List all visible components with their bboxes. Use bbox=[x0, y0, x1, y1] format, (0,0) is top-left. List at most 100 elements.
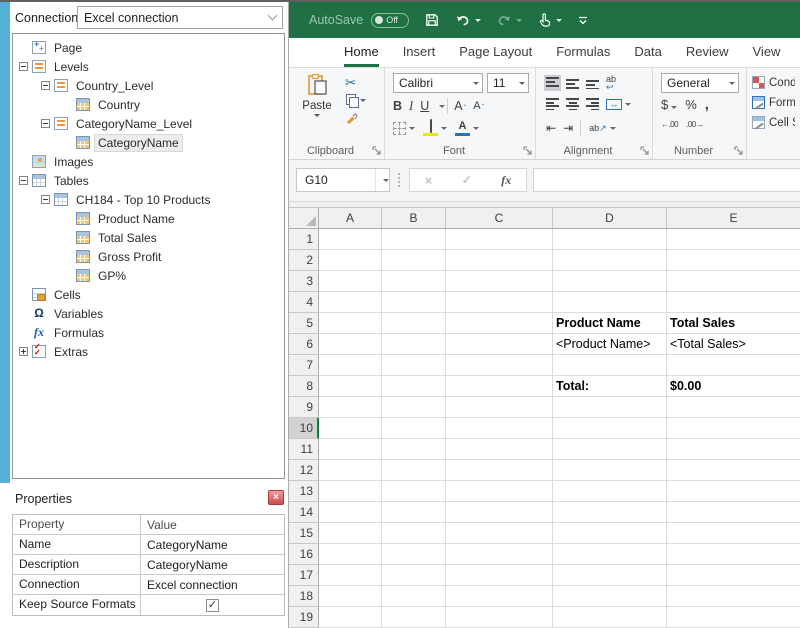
cell-C1[interactable] bbox=[446, 229, 553, 250]
cell-D4[interactable] bbox=[553, 292, 667, 313]
collapse-icon[interactable] bbox=[41, 81, 50, 90]
cell-A10[interactable] bbox=[319, 418, 382, 439]
row-header-14[interactable]: 14 bbox=[289, 502, 319, 523]
row-header-17[interactable]: 17 bbox=[289, 565, 319, 586]
property-value[interactable]: CategoryName bbox=[141, 555, 284, 574]
cell-E17[interactable] bbox=[667, 565, 800, 586]
cell-B6[interactable] bbox=[382, 334, 446, 355]
cell-C5[interactable] bbox=[446, 313, 553, 334]
tree-item-categoryname[interactable]: CategoryName bbox=[13, 133, 284, 152]
cell-B10[interactable] bbox=[382, 418, 446, 439]
column-header-B[interactable]: B bbox=[382, 208, 446, 229]
cell-E15[interactable] bbox=[667, 523, 800, 544]
cell-E3[interactable] bbox=[667, 271, 800, 292]
cell-B15[interactable] bbox=[382, 523, 446, 544]
cell-E19[interactable] bbox=[667, 607, 800, 628]
connection-tree[interactable]: PageLevelsCountry_LevelCountryCategoryNa… bbox=[12, 33, 285, 479]
tab-formulas[interactable]: Formulas bbox=[556, 44, 610, 67]
row-header-15[interactable]: 15 bbox=[289, 523, 319, 544]
close-icon[interactable]: × bbox=[268, 490, 284, 505]
underline-button[interactable]: U bbox=[420, 99, 429, 113]
column-header-D[interactable]: D bbox=[553, 208, 667, 229]
cell-E5[interactable]: Total Sales bbox=[667, 313, 800, 334]
cell-B11[interactable] bbox=[382, 439, 446, 460]
top-align-button[interactable] bbox=[544, 75, 561, 91]
font-size-combobox[interactable]: 11 bbox=[487, 73, 529, 93]
undo-button[interactable] bbox=[455, 13, 481, 28]
font-family-combobox[interactable]: Calibri bbox=[393, 73, 483, 93]
styles-item-format-as-table[interactable]: Format as Table bbox=[752, 93, 795, 112]
cell-B1[interactable] bbox=[382, 229, 446, 250]
cell-C3[interactable] bbox=[446, 271, 553, 292]
column-header-E[interactable]: E bbox=[667, 208, 800, 229]
cell-C17[interactable] bbox=[446, 565, 553, 586]
cell-D10[interactable] bbox=[553, 418, 667, 439]
cell-E2[interactable] bbox=[667, 250, 800, 271]
cell-A14[interactable] bbox=[319, 502, 382, 523]
cell-B14[interactable] bbox=[382, 502, 446, 523]
expand-icon[interactable] bbox=[19, 347, 28, 356]
cell-C12[interactable] bbox=[446, 460, 553, 481]
cell-C14[interactable] bbox=[446, 502, 553, 523]
cell-C4[interactable] bbox=[446, 292, 553, 313]
formula-bar-drag-handle[interactable] bbox=[398, 173, 400, 187]
cell-A19[interactable] bbox=[319, 607, 382, 628]
tab-view[interactable]: View bbox=[753, 44, 781, 67]
wrap-text-button[interactable]: ab ↩ bbox=[604, 73, 618, 93]
cell-C8[interactable] bbox=[446, 376, 553, 397]
cell-C6[interactable] bbox=[446, 334, 553, 355]
font-color-button[interactable]: A bbox=[455, 121, 470, 136]
cell-B4[interactable] bbox=[382, 292, 446, 313]
cell-A2[interactable] bbox=[319, 250, 382, 271]
increase-indent-button[interactable]: ⇥ bbox=[561, 119, 575, 137]
align-right-button[interactable] bbox=[584, 96, 601, 112]
middle-align-button[interactable] bbox=[564, 75, 581, 91]
autosave-toggle[interactable]: Off bbox=[371, 13, 409, 28]
cell-D3[interactable] bbox=[553, 271, 667, 292]
row-header-2[interactable]: 2 bbox=[289, 250, 319, 271]
row-header-8[interactable]: 8 bbox=[289, 376, 319, 397]
select-all-corner[interactable] bbox=[289, 208, 319, 229]
tree-item-page[interactable]: Page bbox=[13, 38, 284, 57]
styles-item-conditional-formatting[interactable]: Conditional Formatting bbox=[752, 73, 795, 92]
cell-E9[interactable] bbox=[667, 397, 800, 418]
property-value[interactable]: ✓ bbox=[141, 595, 284, 615]
cell-D12[interactable] bbox=[553, 460, 667, 481]
cell-E4[interactable] bbox=[667, 292, 800, 313]
cell-A3[interactable] bbox=[319, 271, 382, 292]
copy-button[interactable] bbox=[345, 94, 366, 106]
row-header-4[interactable]: 4 bbox=[289, 292, 319, 313]
row-header-7[interactable]: 7 bbox=[289, 355, 319, 376]
row-header-11[interactable]: 11 bbox=[289, 439, 319, 460]
tree-item-images[interactable]: Images bbox=[13, 152, 284, 171]
cell-C9[interactable] bbox=[446, 397, 553, 418]
tree-item-categoryname-level[interactable]: CategoryName_Level bbox=[13, 114, 284, 133]
cell-C19[interactable] bbox=[446, 607, 553, 628]
number-format-combobox[interactable]: General bbox=[661, 73, 739, 93]
cell-D15[interactable] bbox=[553, 523, 667, 544]
increase-font-size-button[interactable]: A ˆ bbox=[454, 99, 466, 113]
insert-function-icon[interactable]: fx bbox=[501, 173, 511, 188]
cell-A9[interactable] bbox=[319, 397, 382, 418]
cell-B18[interactable] bbox=[382, 586, 446, 607]
cell-B5[interactable] bbox=[382, 313, 446, 334]
cell-D6[interactable]: <Product Name> bbox=[553, 334, 667, 355]
cell-B17[interactable] bbox=[382, 565, 446, 586]
tree-item-country[interactable]: Country bbox=[13, 95, 284, 114]
cell-D8[interactable]: Total: bbox=[553, 376, 667, 397]
bold-button[interactable]: B bbox=[393, 99, 402, 113]
increase-decimal-button[interactable]: ←.00 bbox=[661, 120, 678, 129]
collapse-icon[interactable] bbox=[41, 195, 50, 204]
cell-B19[interactable] bbox=[382, 607, 446, 628]
decrease-indent-button[interactable]: ⇤ bbox=[544, 119, 558, 137]
tree-item-gp-[interactable]: GP% bbox=[13, 266, 284, 285]
cell-B13[interactable] bbox=[382, 481, 446, 502]
column-header-C[interactable]: C bbox=[446, 208, 553, 229]
styles-item-cell-styles[interactable]: Cell Styles bbox=[752, 113, 795, 132]
touch-mouse-mode-button[interactable] bbox=[537, 12, 562, 28]
property-value[interactable]: CategoryName bbox=[141, 535, 284, 554]
cell-D9[interactable] bbox=[553, 397, 667, 418]
cell-C16[interactable] bbox=[446, 544, 553, 565]
cell-E8[interactable]: $0.00 bbox=[667, 376, 800, 397]
decrease-decimal-button[interactable]: .00→ bbox=[686, 120, 703, 129]
